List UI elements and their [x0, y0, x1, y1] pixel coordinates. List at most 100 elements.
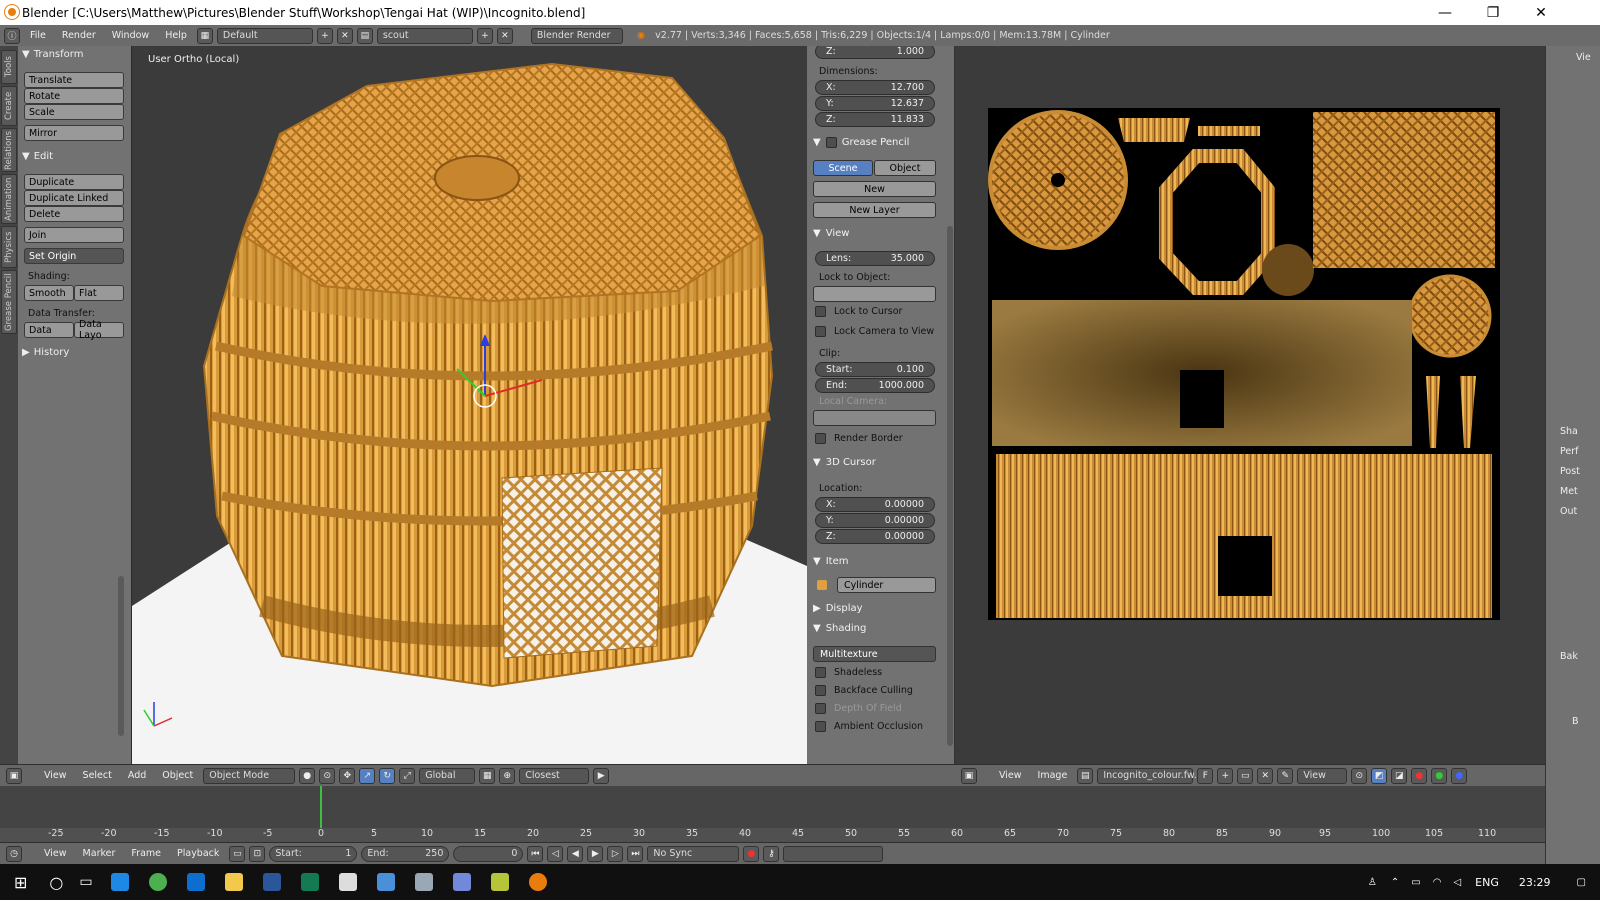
clip-end-field[interactable]: End: 1000.000 [815, 378, 935, 393]
tl-menu-view[interactable]: View [38, 848, 73, 859]
layout-remove-icon[interactable]: ✕ [336, 27, 353, 44]
ao-check[interactable]: Ambient Occlusion [815, 721, 923, 732]
pivot-icon[interactable]: ⊙ [319, 767, 336, 784]
scene-select[interactable]: scout [376, 27, 473, 44]
shading-header[interactable]: ▼ Shading [813, 623, 866, 634]
snap-select[interactable]: Closest [519, 767, 590, 784]
blender-taskbar-icon[interactable] [528, 873, 547, 891]
image-name-field[interactable]: Incognito_colour.fw.... [1097, 767, 1206, 784]
scale-z-field[interactable]: Z: 1.000 [815, 46, 935, 59]
jump-start-icon[interactable]: ⏮ [527, 845, 544, 862]
photos-icon[interactable] [414, 873, 433, 891]
image-unlink-icon[interactable]: ✕ [1257, 767, 1274, 784]
lock-object-field[interactable] [813, 286, 936, 302]
wifi-icon[interactable]: ◠ [1433, 877, 1442, 888]
duplicate-button[interactable]: Duplicate [24, 174, 124, 190]
menu-select[interactable]: Select [77, 770, 118, 781]
grease-pencil-checkbox[interactable] [825, 137, 837, 148]
toolshelf-scrollbar[interactable] [118, 576, 124, 736]
end-frame-field[interactable]: End: 250 [361, 845, 450, 862]
fr-label-output[interactable]: Out [1560, 506, 1577, 517]
dim-y-field[interactable]: Y: 12.637 [815, 96, 935, 111]
battery-icon[interactable]: ▭ [1411, 877, 1420, 888]
mode-select[interactable]: Object Mode [203, 767, 296, 784]
fr-label-post[interactable]: Post [1560, 466, 1580, 477]
fr-label-bake[interactable]: Bak [1560, 651, 1578, 662]
new-button[interactable]: New [813, 181, 936, 197]
fr-label-performance[interactable]: Perf [1560, 446, 1579, 457]
render-engine-select[interactable]: Blender Render [530, 27, 623, 44]
language-indicator[interactable]: ENG [1475, 876, 1499, 889]
panel-transform-header[interactable]: ▼ Transform [22, 49, 83, 60]
info-editor-type-icon[interactable]: ⓘ [4, 27, 20, 44]
menu-add[interactable]: Add [122, 770, 152, 781]
properties-scrollbar[interactable] [947, 226, 953, 746]
lens-field[interactable]: Lens: 35.000 [815, 251, 935, 266]
flat-button[interactable]: Flat [74, 285, 124, 301]
menu-object[interactable]: Object [156, 770, 199, 781]
preview-range-icon[interactable]: ▭ [229, 845, 246, 862]
timeline[interactable]: -25 -20 -15 -10 -5 0 5 10 15 20 25 30 35… [0, 786, 1545, 842]
snap-icon[interactable]: ⊕ [499, 767, 516, 784]
close-button[interactable]: ✕ [1518, 0, 1564, 25]
tab-relations[interactable]: Relations [1, 128, 17, 172]
image-new-icon[interactable]: + [1217, 767, 1234, 784]
edge-icon[interactable] [110, 873, 129, 891]
rotate-button[interactable]: Rotate [24, 88, 124, 104]
minimize-button[interactable]: — [1422, 0, 1468, 25]
restore-button[interactable]: ❐ [1470, 0, 1516, 25]
dim-z-field[interactable]: Z: 11.833 [815, 112, 935, 127]
blue-channel-icon[interactable]: ● [1451, 767, 1468, 784]
file-explorer-icon[interactable] [224, 873, 243, 891]
dim-x-field[interactable]: X: 12.700 [815, 80, 935, 95]
item-name-field[interactable]: Cylinder [837, 577, 936, 593]
layout-add-icon[interactable]: + [316, 27, 333, 44]
item-header[interactable]: ▼ Item [813, 556, 848, 567]
fake-user-button[interactable]: F [1197, 767, 1214, 784]
people-icon[interactable]: ♙ [1368, 877, 1377, 888]
tab-physics[interactable]: Physics [1, 226, 17, 268]
uv-menu-image[interactable]: Image [1032, 770, 1074, 781]
shadeless-check[interactable]: Shadeless [815, 667, 882, 678]
prev-key-icon[interactable]: ◁ [547, 845, 564, 862]
edge-browser-icon[interactable] [186, 873, 205, 891]
discord-icon[interactable] [452, 873, 471, 891]
tl-menu-playback[interactable]: Playback [171, 848, 225, 859]
record-icon[interactable]: ● [743, 845, 760, 862]
current-frame-field[interactable]: 0 [453, 845, 524, 862]
delete-button[interactable]: Delete [24, 206, 124, 222]
shading-icon[interactable]: ● [299, 767, 316, 784]
orientation-select[interactable]: Global [419, 767, 476, 784]
clock[interactable]: 23:29 [1519, 876, 1551, 889]
tl-menu-marker[interactable]: Marker [77, 848, 122, 859]
view-mode-select[interactable]: View [1297, 767, 1348, 784]
tab-tools[interactable]: Tools [1, 50, 17, 84]
alpha-icon[interactable]: ◪ [1391, 767, 1408, 784]
store-icon[interactable] [338, 873, 357, 891]
render-border-check[interactable]: Render Border [815, 433, 903, 444]
clip-start-field[interactable]: Start: 0.100 [815, 362, 935, 377]
windows-start-icon[interactable]: ⊞ [14, 873, 27, 892]
new-layer-button[interactable]: New Layer [813, 202, 936, 218]
3d-cursor-header[interactable]: ▼ 3D Cursor [813, 457, 876, 468]
backface-check[interactable]: Backface Culling [815, 685, 913, 696]
fr-label-view[interactable]: Vie [1576, 52, 1591, 63]
sync-select[interactable]: No Sync [647, 845, 740, 862]
shading-mode-select[interactable]: Multitexture [813, 646, 936, 662]
menu-view[interactable]: View [38, 770, 73, 781]
volume-icon[interactable]: ◁ [1453, 877, 1461, 888]
scene-button[interactable]: Scene [813, 160, 873, 176]
tab-grease-pencil[interactable]: Grease Pencil [1, 270, 17, 334]
rgb-icon[interactable]: ◩ [1371, 767, 1388, 784]
lock-icon[interactable]: ⊡ [249, 845, 266, 862]
translate-button[interactable]: Translate [24, 72, 124, 88]
red-channel-icon[interactable]: ● [1411, 767, 1428, 784]
menu-help[interactable]: Help [159, 30, 193, 41]
display-header[interactable]: ▶ Display [813, 603, 863, 614]
play-reverse-icon[interactable]: ◀ [567, 845, 584, 862]
tab-create[interactable]: Create [1, 86, 17, 126]
data-layout-button[interactable]: Data Layo [74, 319, 124, 341]
fr-label-metadata[interactable]: Met [1560, 486, 1578, 497]
data-button[interactable]: Data [24, 322, 74, 338]
search-icon[interactable]: ○ [49, 873, 63, 892]
